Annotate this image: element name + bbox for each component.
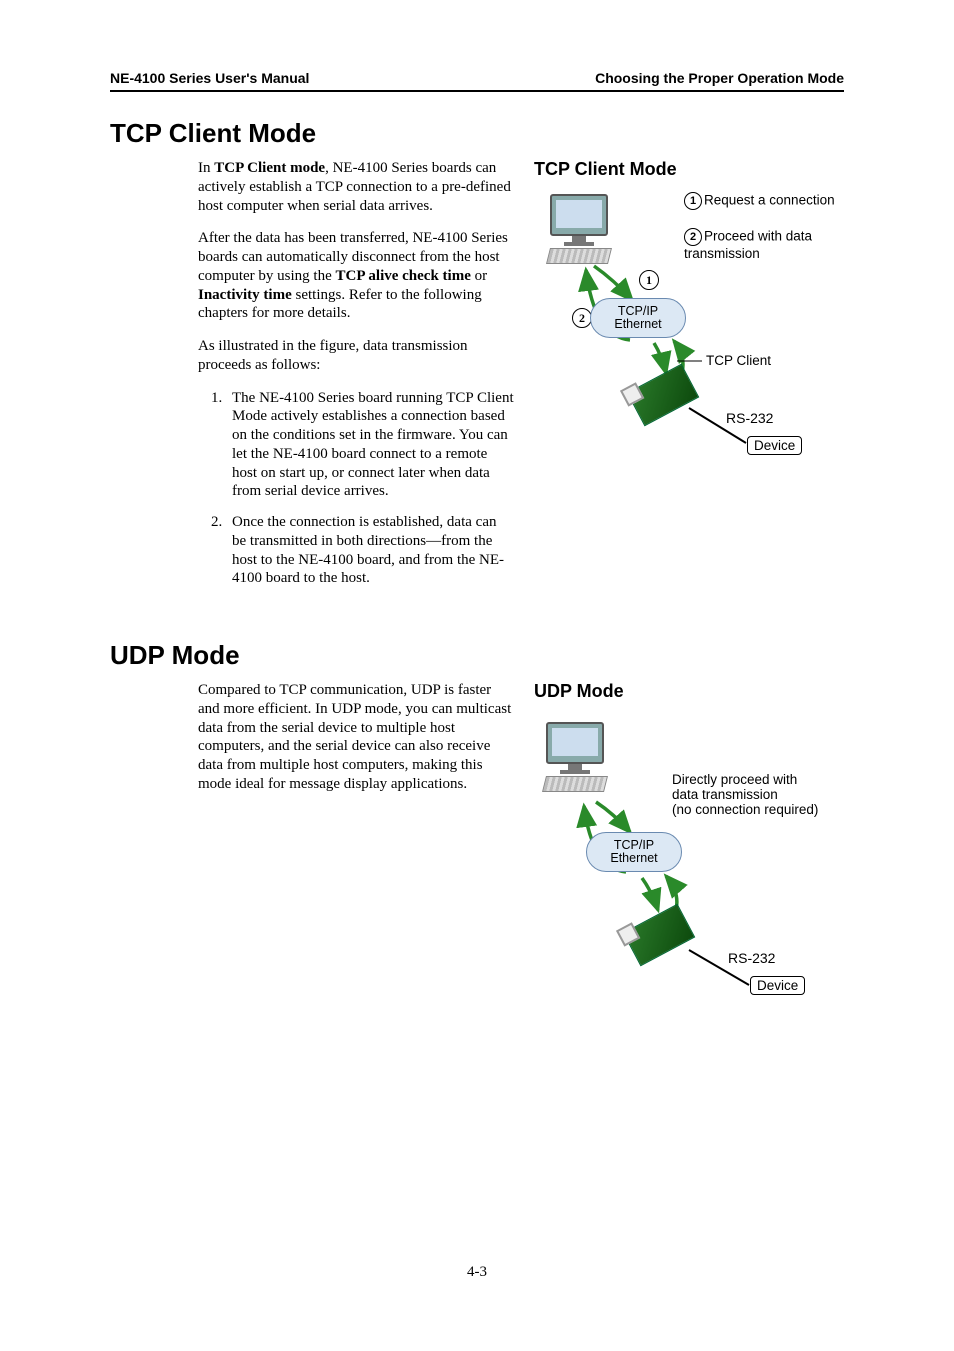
- figure-device-box: Device: [750, 976, 805, 995]
- figure-label-rs232: RS-232: [726, 410, 773, 426]
- cloud-icon: TCP/IPEthernet: [586, 830, 682, 874]
- doc-header: NE-4100 Series User's Manual Choosing th…: [110, 70, 844, 92]
- figure-marker-1: 1: [639, 270, 659, 290]
- tcp-para-2: After the data has been transferred, NE-…: [198, 229, 514, 323]
- figure-label-rs232: RS-232: [728, 950, 775, 966]
- figure-title-udp: UDP Mode: [534, 681, 844, 702]
- section-heading-udp: UDP Mode: [110, 640, 844, 671]
- page-number: 4-3: [0, 1264, 954, 1281]
- figure-udp: Directly proceed with data transmission …: [534, 710, 844, 1030]
- header-left: NE-4100 Series User's Manual: [110, 70, 309, 86]
- tcp-para-1: In TCP Client mode, NE-4100 Series board…: [198, 159, 514, 215]
- tcp-para-3: As illustrated in the figure, data trans…: [198, 337, 514, 375]
- section-heading-tcp: TCP Client Mode: [110, 118, 844, 149]
- tcp-step-2: Once the connection is established, data…: [226, 513, 514, 588]
- figure-device-box: Device: [747, 436, 802, 455]
- udp-para-1: Compared to TCP communication, UDP is fa…: [198, 681, 514, 794]
- tcp-step-1: The NE-4100 Series board running TCP Cli…: [226, 389, 514, 502]
- cloud-icon: TCP/IPEthernet: [590, 296, 686, 340]
- header-right: Choosing the Proper Operation Mode: [595, 70, 844, 86]
- figure-title-tcp: TCP Client Mode: [534, 159, 844, 180]
- figure-tcp-client: 1Request a connection 2Proceed with data…: [534, 188, 844, 488]
- figure-marker-2: 2: [572, 308, 592, 328]
- figure-label-tcpclient: TCP Client: [706, 353, 771, 368]
